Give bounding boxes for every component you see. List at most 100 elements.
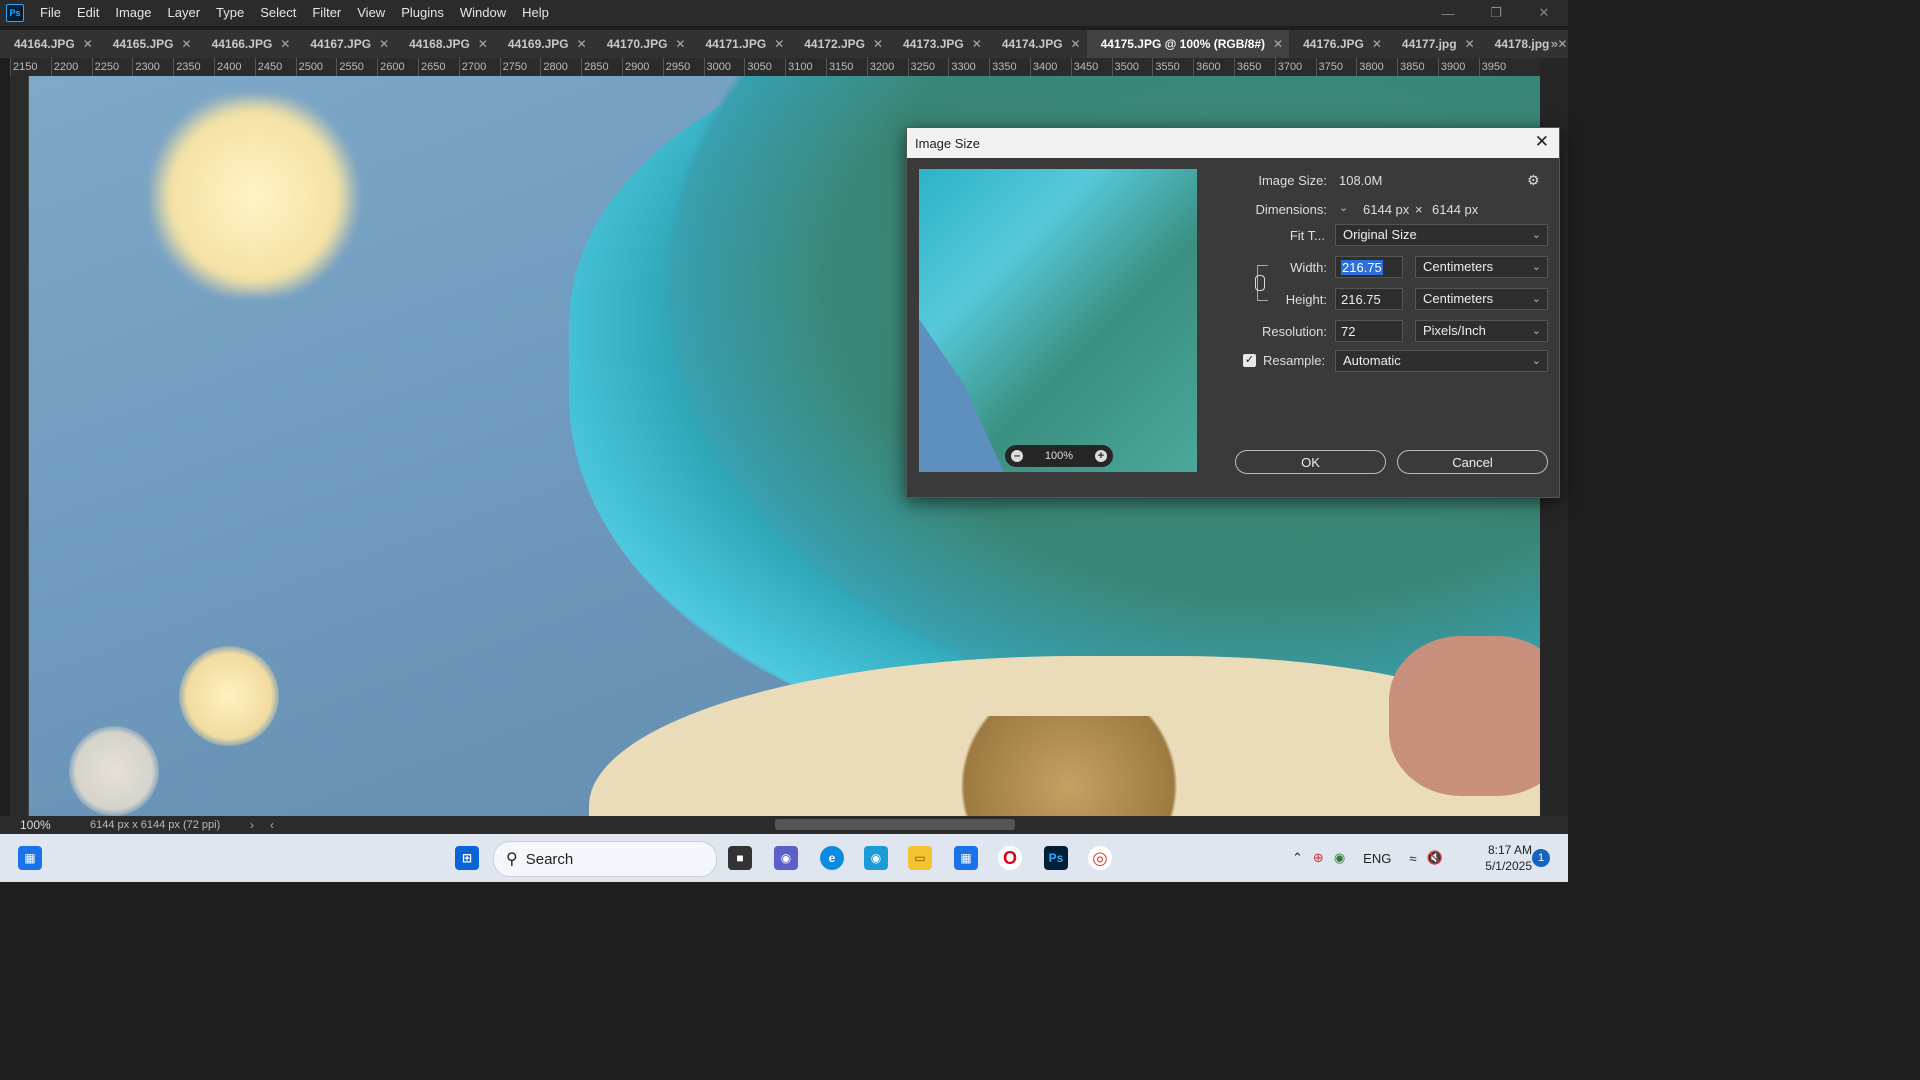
language-indicator[interactable]: ENG [1363,851,1391,866]
tab-document[interactable]: 44167.JPG ✕ [296,30,396,58]
width-unit-value: Centimeters [1423,259,1494,274]
photoshop-logo-icon: Ps [6,4,24,22]
resample-checkbox[interactable]: ✓ [1243,354,1256,367]
resolution-unit-select[interactable]: Pixels/Inch ⌄ [1415,320,1548,342]
photoshop-taskbar-icon[interactable]: Ps [1044,846,1068,870]
tab-close-icon[interactable]: ✕ [478,37,488,51]
tab-document[interactable]: 44175.JPG @ 100% (RGB/8#) ✕ [1086,30,1290,58]
zoom-out-icon[interactable]: – [1011,450,1023,462]
tab-close-icon[interactable]: ✕ [1557,37,1567,51]
horizontal-scrollbar-thumb[interactable] [775,819,1015,830]
menu-layer[interactable]: Layer [160,0,209,26]
store-icon[interactable]: ▦ [954,846,978,870]
globe-icon[interactable]: ◉ [1334,850,1345,866]
chevron-up-icon[interactable]: ⌃ [1292,850,1303,866]
tab-close-icon[interactable]: ✕ [1071,37,1081,51]
vpn-icon[interactable]: ⊕ [1313,850,1324,866]
chevron-right-icon[interactable]: › [250,818,270,832]
menu-plugins[interactable]: Plugins [393,0,452,26]
widgets-icon[interactable]: ▦ [18,846,42,870]
chevron-left-icon[interactable]: ‹ [270,818,290,832]
menu-window[interactable]: Window [452,0,514,26]
width-input[interactable]: 216.75 [1335,256,1403,278]
tab-close-icon[interactable]: ✕ [1465,37,1475,51]
tab-close-icon[interactable]: ✕ [379,37,389,51]
wifi-icon[interactable]: ≈ [1409,851,1416,866]
tab-close-icon[interactable]: ✕ [182,37,192,51]
notification-badge[interactable]: 1 [1532,849,1550,867]
opera-icon[interactable]: O [998,846,1022,870]
fit-to-select[interactable]: Original Size ⌄ [1335,224,1548,246]
tab-document[interactable]: 44170.JPG ✕ [592,30,692,58]
tab-close-icon[interactable]: ✕ [83,37,93,51]
link-icon[interactable] [1255,275,1265,291]
tab-document[interactable]: 44166.JPG ✕ [197,30,297,58]
tab-close-icon[interactable]: ✕ [675,37,685,51]
width-unit-select[interactable]: Centimeters ⌄ [1415,256,1548,278]
vertical-ruler [10,76,29,816]
dialog-titlebar: Image Size ✕ [907,128,1559,158]
menu-type[interactable]: Type [208,0,252,26]
tab-document[interactable]: 44173.JPG ✕ [889,30,988,58]
task-view-icon[interactable]: ■ [728,846,752,870]
tab-document[interactable]: 44164.JPG ✕ [0,30,99,58]
menu-image[interactable]: Image [107,0,159,26]
volume-muted-icon[interactable]: 🔇 [1426,850,1442,866]
tab-document[interactable]: 44177.jpg ✕ [1387,30,1481,58]
height-unit-select[interactable]: Centimeters ⌄ [1415,288,1548,310]
tab-document[interactable]: 44176.JPG ✕ [1289,30,1388,58]
image-preview[interactable]: – 100% + [919,169,1197,472]
tab-close-icon[interactable]: ✕ [280,37,290,51]
ok-button[interactable]: OK [1235,450,1386,474]
tab-document[interactable]: 44171.JPG ✕ [691,30,791,58]
chevron-down-icon: ⌄ [1531,325,1541,337]
close-window-icon[interactable]: ✕ [1520,0,1568,26]
tab-close-icon[interactable]: ✕ [577,37,587,51]
snipping-tool-icon[interactable]: ◉ [864,846,888,870]
ruler-tick-label: 2800 [540,58,581,76]
tab-label: 44169.JPG [507,37,569,51]
tab-document[interactable]: 44174.JPG ✕ [987,30,1087,58]
menu-select[interactable]: Select [252,0,304,26]
taskbar-search[interactable]: ⚲ Search [493,841,717,877]
menu-filter[interactable]: Filter [304,0,349,26]
gear-icon[interactable]: ⚙ [1527,172,1540,189]
clock[interactable]: 8:17 AM 5/1/2025 [1470,842,1532,874]
file-explorer-icon[interactable]: ▭ [908,846,932,870]
image-size-value: 108.0M [1339,173,1383,188]
tab-close-icon[interactable]: ✕ [1273,37,1283,51]
zoom-in-icon[interactable]: + [1094,450,1107,462]
tabs-overflow-icon[interactable]: » [1551,30,1558,58]
start-icon[interactable]: ⊞ [455,846,479,870]
ruler-tick-label: 3000 [703,58,745,76]
tab-close-icon[interactable]: ✕ [972,37,982,51]
image-size-dialog: Image Size ✕ – 100% + Image Size: 108.0M… [906,127,1560,498]
menu-edit[interactable]: Edit [69,0,107,26]
tab-close-icon[interactable]: ✕ [774,37,784,51]
height-input[interactable]: 216.75 [1335,288,1403,310]
minimize-icon[interactable]: — [1424,0,1472,26]
menu-file[interactable]: File [32,0,69,26]
ruler-tick-label: 3200 [866,58,908,76]
tab-document[interactable]: 44165.JPG ✕ [98,30,198,58]
restore-icon[interactable]: ❐ [1472,0,1520,26]
tab-close-icon[interactable]: ✕ [873,37,883,51]
chrome-icon[interactable]: ◎ [1088,846,1112,870]
edge-icon[interactable]: e [820,846,844,870]
dimensions-dropdown-icon[interactable]: ⌄ [1339,201,1348,214]
close-icon[interactable]: ✕ [1535,132,1549,152]
ruler-tick-label: 3800 [1356,58,1397,76]
resolution-input[interactable]: 72 [1335,320,1403,342]
tab-close-icon[interactable]: ✕ [1372,37,1382,51]
teams-icon[interactable]: ◉ [774,846,798,870]
menu-help[interactable]: Help [514,0,557,26]
ruler-tick-label: 2200 [50,58,92,76]
tab-document[interactable]: 44172.JPG ✕ [790,30,890,58]
tab-document[interactable]: 44169.JPG ✕ [493,30,593,58]
tab-document[interactable]: 44168.JPG ✕ [395,30,494,58]
menu-view[interactable]: View [349,0,393,26]
resample-select[interactable]: Automatic ⌄ [1335,350,1548,372]
cancel-button[interactable]: Cancel [1397,450,1548,474]
tab-label: 44173.JPG [903,37,964,51]
status-zoom[interactable]: 100% [0,818,80,832]
